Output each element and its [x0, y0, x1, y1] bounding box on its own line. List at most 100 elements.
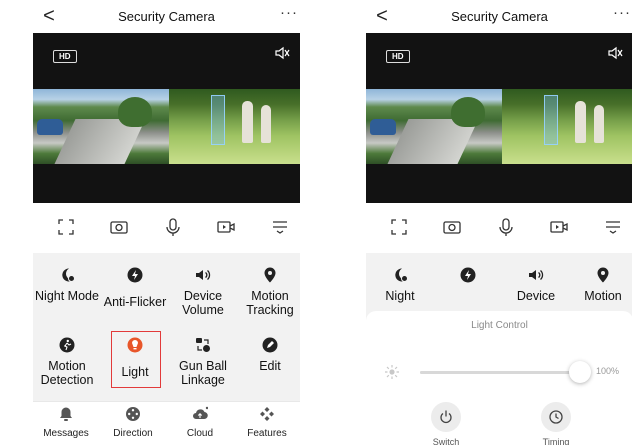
- linkage-icon: [195, 337, 211, 353]
- feature-anti-flicker[interactable]: [434, 267, 502, 283]
- cloud-icon: [193, 406, 208, 420]
- bell-icon: [60, 407, 72, 421]
- timing-label: Timing: [542, 437, 570, 445]
- live-video-view[interactable]: HD: [366, 33, 632, 203]
- direction-pad-icon: [126, 407, 140, 421]
- night-mode-icon: [59, 267, 75, 283]
- nav-bar: < Security Camera ···: [33, 0, 300, 33]
- tab-direction[interactable]: Direction: [100, 406, 166, 439]
- page-title: Security Camera: [118, 9, 215, 24]
- record-icon[interactable]: [548, 217, 570, 237]
- feature-label: Motion Detection: [40, 359, 94, 387]
- person-figure: [261, 105, 271, 143]
- phone-screen-light-control: < Security Camera ··· HD Night Device Mo…: [366, 0, 632, 445]
- feature-label: Anti-Flicker: [103, 295, 167, 309]
- more-options-button[interactable]: ···: [280, 4, 298, 21]
- tab-cloud[interactable]: Cloud: [167, 406, 233, 439]
- feature-label: Night: [385, 289, 415, 303]
- tree: [118, 97, 152, 127]
- night-mode-icon: [392, 267, 408, 283]
- edit-icon: [262, 337, 278, 353]
- mute-icon[interactable]: [274, 46, 290, 60]
- switch-button[interactable]: Switch: [416, 402, 476, 445]
- location-pin-icon: [595, 267, 611, 283]
- detection-box: [544, 95, 558, 145]
- power-icon: [431, 402, 461, 432]
- fullscreen-icon[interactable]: [388, 217, 410, 237]
- feature-label: Gun Ball Linkage: [179, 359, 227, 387]
- person-figure: [594, 105, 604, 143]
- feature-motion-tracking[interactable]: Motion: [569, 267, 632, 303]
- feature-label: Motion Tracking: [246, 289, 294, 317]
- timing-button[interactable]: Timing: [526, 402, 586, 445]
- feature-motion-detection[interactable]: Motion Detection: [33, 337, 101, 387]
- person-figure: [242, 101, 253, 143]
- video-toolbar: [366, 203, 632, 253]
- nav-bar: < Security Camera ···: [366, 0, 632, 33]
- hd-quality-button[interactable]: HD: [386, 50, 410, 63]
- video-toolbar: [33, 203, 300, 253]
- camera-feed-left: [33, 89, 169, 164]
- camera-feed-left: [366, 89, 502, 164]
- volume-icon: [528, 267, 544, 283]
- anti-flicker-icon: [460, 267, 476, 283]
- microphone-icon[interactable]: [162, 217, 184, 237]
- bottom-tab-bar: Messages Direction Cloud Features: [33, 401, 300, 445]
- parked-car: [370, 119, 396, 135]
- tree: [451, 97, 485, 127]
- feature-anti-flicker[interactable]: Anti-Flicker: [101, 267, 169, 309]
- phone-screen-feature-panel: < Security Camera ··· HD Night Mode Anti…: [33, 0, 300, 445]
- slider-fill: [420, 371, 580, 374]
- camera-feed-right: [502, 89, 632, 164]
- feature-night-mode[interactable]: Night: [366, 267, 434, 303]
- feature-device-volume[interactable]: Device: [502, 267, 570, 303]
- snapshot-icon[interactable]: [108, 217, 130, 237]
- tab-label: Features: [247, 428, 287, 439]
- feature-gun-ball-linkage[interactable]: Gun Ball Linkage: [169, 337, 237, 387]
- tab-features[interactable]: Features: [234, 406, 300, 439]
- brightness-slider[interactable]: 100%: [384, 361, 624, 383]
- tab-label: Messages: [43, 428, 89, 439]
- clock-icon: [541, 402, 571, 432]
- live-video-view[interactable]: HD: [33, 33, 300, 203]
- camera-feed-right: [169, 89, 300, 164]
- feature-device-volume[interactable]: Device Volume: [169, 267, 237, 317]
- feature-motion-tracking[interactable]: Motion Tracking: [236, 267, 300, 317]
- feature-night-mode[interactable]: Night Mode: [33, 267, 101, 303]
- tab-label: Direction: [113, 428, 153, 439]
- feature-label: Edit: [259, 359, 281, 373]
- tab-label: Cloud: [186, 428, 214, 439]
- volume-icon: [195, 267, 211, 283]
- feature-label: Night Mode: [35, 289, 99, 303]
- record-icon[interactable]: [215, 217, 237, 237]
- feature-label: Motion: [584, 289, 622, 303]
- mute-icon[interactable]: [607, 46, 623, 60]
- switch-label: Switch: [432, 437, 460, 445]
- selected-feature-highlight: [111, 331, 161, 388]
- microphone-icon[interactable]: [495, 217, 517, 237]
- person-figure: [575, 101, 586, 143]
- location-pin-icon: [262, 267, 278, 283]
- anti-flicker-icon: [127, 267, 143, 283]
- menu-icon[interactable]: [602, 217, 624, 237]
- features-grid-icon: [260, 407, 274, 421]
- running-person-icon: [59, 337, 75, 353]
- feature-edit[interactable]: Edit: [236, 337, 300, 373]
- feature-label: Device: [516, 289, 556, 303]
- sheet-title: Light Control: [471, 320, 528, 331]
- feature-label: Device Volume: [182, 289, 224, 317]
- brightness-icon: [385, 365, 399, 379]
- slider-knob[interactable]: [569, 361, 591, 383]
- feature-panel: Night Mode Anti-Flicker Device Volume Mo…: [33, 253, 300, 401]
- page-title: Security Camera: [451, 9, 548, 24]
- slider-track[interactable]: [420, 371, 580, 374]
- tab-messages[interactable]: Messages: [33, 406, 99, 439]
- hd-quality-button[interactable]: HD: [53, 50, 77, 63]
- snapshot-icon[interactable]: [441, 217, 463, 237]
- menu-icon[interactable]: [269, 217, 291, 237]
- light-control-sheet: Light Control 100% Switch Timing: [366, 311, 632, 445]
- parked-car: [37, 119, 63, 135]
- more-options-button[interactable]: ···: [613, 4, 631, 21]
- brightness-value: 100%: [596, 366, 620, 376]
- fullscreen-icon[interactable]: [55, 217, 77, 237]
